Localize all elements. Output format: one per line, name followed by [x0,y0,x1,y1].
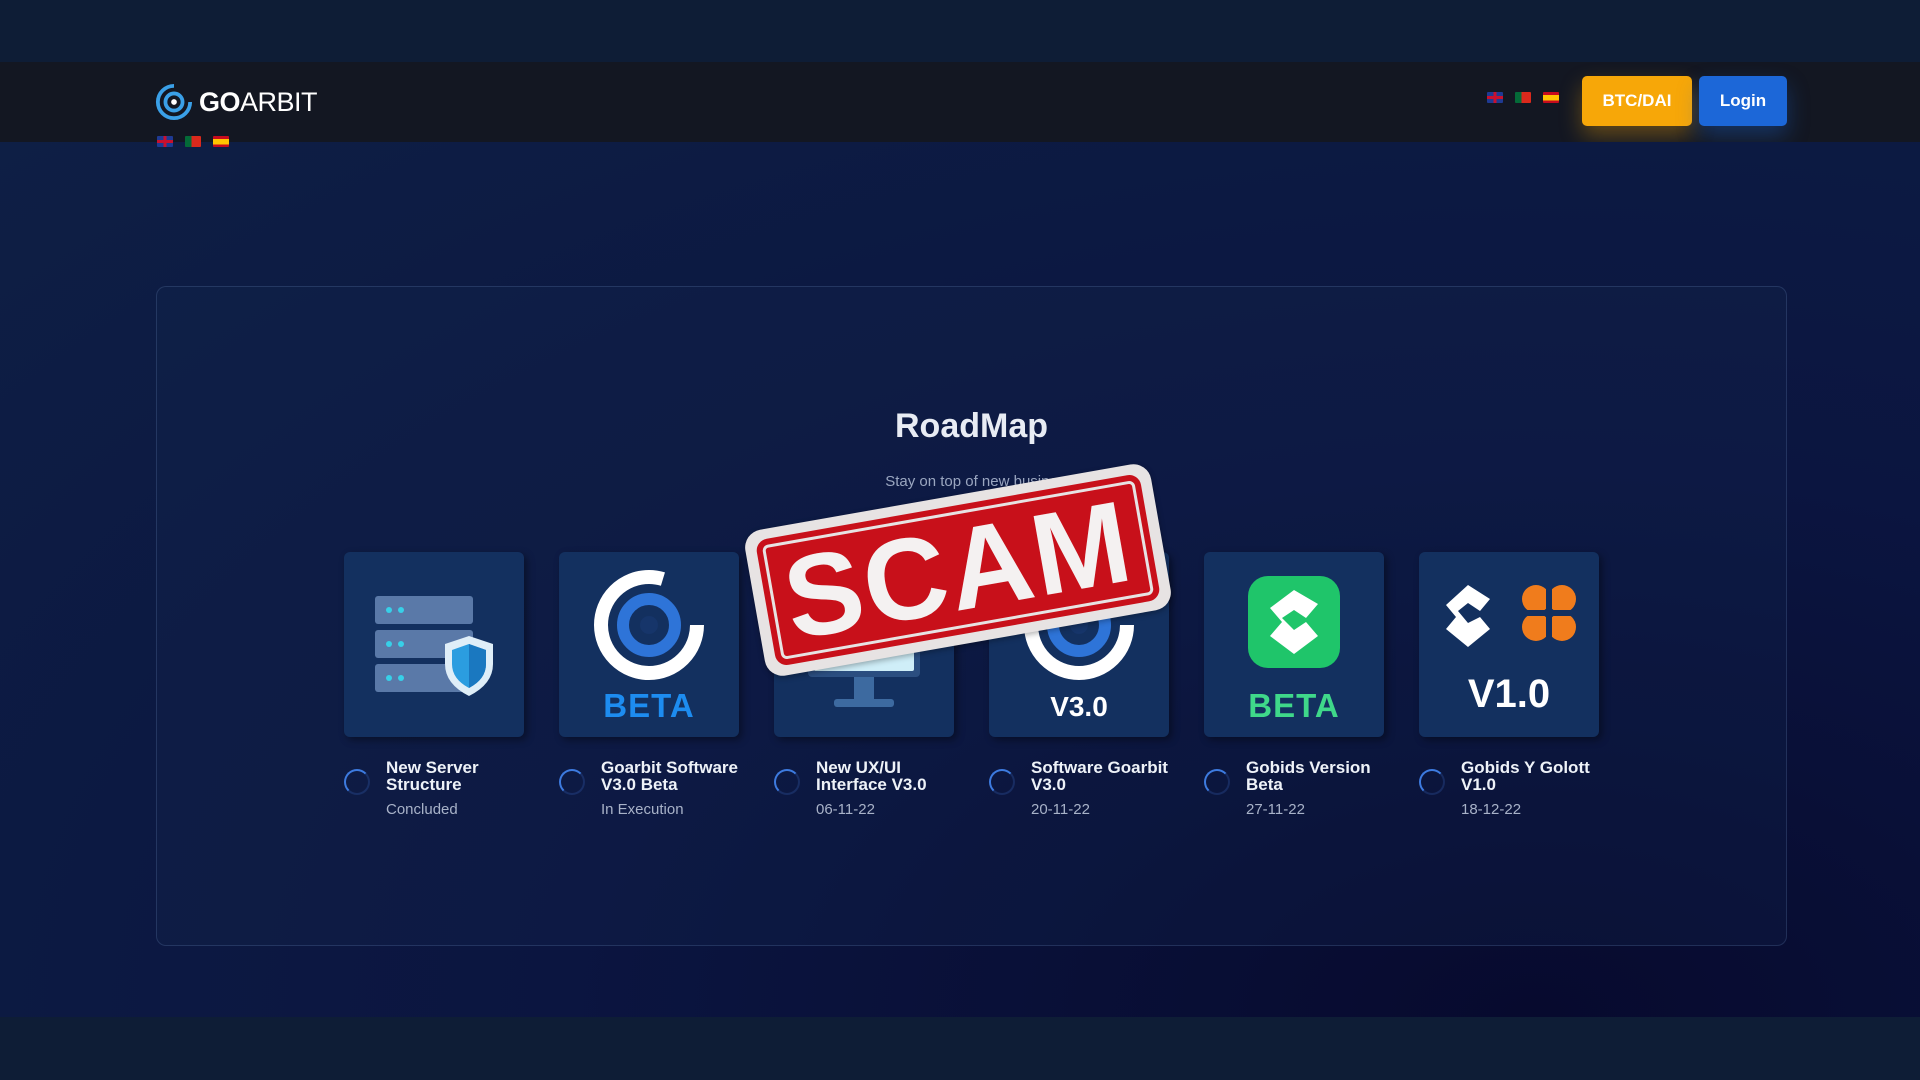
uk-flag-icon[interactable] [1487,92,1503,103]
version-label: V1.0 [1467,672,1551,716]
loading-spinner-icon [774,769,800,795]
roadmap-item-status: 18-12-22 [1461,801,1522,818]
loading-spinner-icon [1204,769,1230,795]
roadmap-item[interactable]: V1.0 Gobids Y Golott V1.0 18-12-22 [1419,552,1601,818]
roadmap-subtitle: Stay on top of new busine [885,473,1058,490]
goarbit-logo[interactable]: GOARBIT [155,82,318,122]
language-switcher-secondary [157,136,229,147]
version-label: V3.0 [1050,691,1108,722]
roadmap-title: RoadMap [895,407,1048,445]
roadmap-item-title: Goarbit Software V3.0 Beta [601,758,738,794]
roadmap-item-title: Gobids Version Beta [1246,758,1371,794]
server-shield-icon [375,595,493,696]
spain-flag-icon[interactable] [213,136,229,147]
roadmap-item-image: BETA [1204,552,1384,737]
roadmap-item-title: New UX/UI Interface V3.0 [816,758,927,794]
portugal-flag-icon[interactable] [185,136,201,147]
spain-flag-icon[interactable] [1543,92,1559,103]
roadmap-item-status: 27-11-22 [1246,801,1305,818]
gobids-beta-icon [1248,575,1340,668]
gobids-golott-icon [1446,584,1576,647]
loading-spinner-icon [989,769,1015,795]
top-navbar: GOARBIT BTC/DAI Login [0,62,1920,142]
roadmap-item-status: Concluded [386,801,458,818]
uk-flag-icon[interactable] [157,136,173,147]
roadmap-item-title: New Server Structure [386,758,479,794]
roadmap-item-image: V1.0 [1419,552,1599,737]
roadmap-item-status: 20-11-22 [1031,801,1090,818]
language-switcher [1487,92,1559,103]
roadmap-item-status: In Execution [601,801,684,818]
loading-spinner-icon [344,769,370,795]
roadmap-item-status: 06-11-22 [816,801,875,818]
portugal-flag-icon[interactable] [1515,92,1531,103]
roadmap-item-image: BETA [559,552,739,737]
loading-spinner-icon [1419,769,1445,795]
beta-label: BETA [603,687,695,724]
btc-dai-button[interactable]: BTC/DAI [1582,76,1692,126]
login-button[interactable]: Login [1699,76,1787,126]
roadmap-item-image [344,552,524,737]
loading-spinner-icon [559,769,585,795]
roadmap-item[interactable]: BETA Gobids Version Beta 27-11-22 [1204,552,1386,818]
beta-label: BETA [1248,687,1340,724]
roadmap-item[interactable]: New Server Structure Concluded [344,552,526,818]
roadmap-item-title: Software Goarbit V3.0 [1031,758,1168,794]
goarbit-beta-icon [594,569,704,680]
logo-text: GOARBIT [199,86,318,117]
roadmap-item[interactable]: BETA Goarbit Software V3.0 Beta In Execu… [559,552,741,818]
roadmap-item-title: Gobids Y Golott V1.0 [1461,758,1590,794]
goarbit-logo-icon [155,83,193,121]
